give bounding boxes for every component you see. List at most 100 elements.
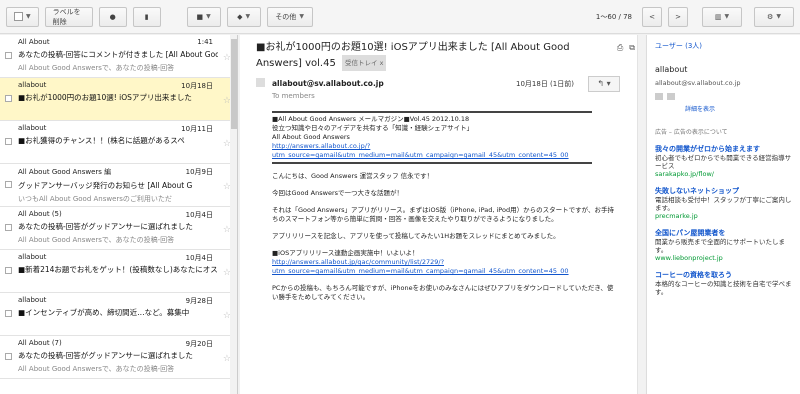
ad-item[interactable]: 全国にパン屋開業者を 開業から販売まで全面的にサポートいたします。 www.li… — [655, 228, 792, 262]
body-link[interactable]: http://answers.allabout.co.jp/?utm_sourc… — [272, 142, 569, 159]
message-subject: あなたの投稿-回答がグッドアンサーに選ばれました — [18, 351, 193, 360]
message-subject: ■インセンティブが高め、締切間近…など。募集中 — [18, 308, 190, 317]
message-row[interactable]: allabout 10月11日 ■お礼獲得のチャンス！！(株名に話題があるスペ … — [0, 121, 237, 164]
message-snippet: All About Good Answersで、あなたの投稿-回答 — [18, 64, 175, 72]
toolbar: ▼ ラベルを削除 ● ▮ ■ ▼ ◆ ▼ その他 ▼ 1～60 / 78 < > ▥ ▼… — [0, 0, 800, 34]
contact-name: allabout — [655, 65, 688, 74]
move-to-button[interactable]: ■ ▼ — [186, 6, 221, 27]
ad-title[interactable]: 我々の開業がゼロから始まえます — [655, 144, 792, 154]
chevron-down-icon: ▼ — [26, 13, 31, 20]
chevron-down-icon: ▾ — [606, 79, 611, 88]
message-pane: ■お礼が1000円のお題10選! iOSアプリ出来ました [All About … — [240, 35, 645, 394]
recipients[interactable]: To members — [272, 92, 315, 100]
chevron-down-icon: ▼ — [776, 13, 781, 20]
remove-label-button[interactable]: ラベルを削除 — [44, 6, 93, 27]
chevron-down-icon: ▼ — [724, 13, 730, 20]
divider — [272, 162, 592, 164]
message-date: 10月9日 — [185, 168, 213, 176]
list-scrollbar[interactable] — [230, 35, 237, 394]
reply-button[interactable]: ↰ ▾ — [588, 76, 620, 92]
settings-button[interactable]: ⚙ ▼ — [754, 6, 794, 27]
row-checkbox[interactable] — [5, 138, 12, 145]
message-snippet: All About Good Answersで、あなたの投稿-回答 — [18, 365, 175, 373]
delete-button[interactable]: ▮ — [132, 6, 161, 27]
row-checkbox[interactable] — [5, 353, 12, 360]
report-spam-button[interactable]: ● — [98, 6, 127, 27]
show-details-link[interactable]: 詳細を表示 — [685, 104, 792, 113]
new-window-icon[interactable]: ⧉ — [629, 43, 635, 53]
select-all-checkbox[interactable]: ▼ — [6, 6, 39, 27]
newer-button[interactable]: < — [642, 6, 662, 27]
report-icon: ● — [109, 12, 116, 21]
body-paragraph: 今回はGood Answersで一つ大きな話題が！ — [272, 189, 404, 197]
pane-icons: ⎙ ⧉ — [617, 43, 635, 53]
greeting: こんにちは、Good Answers 運営スタッフ 信永です！ — [272, 172, 434, 180]
message-subject: ■新着214お題でお礼をゲット！(投稿数なし)あなたにオス — [18, 265, 218, 274]
people-sidebar: ユーザー (3人) allabout allabout@sv.allabout.… — [646, 35, 800, 394]
message-snippet: いつもAll About Good Answersのご利用いただ — [18, 195, 172, 203]
ad-item[interactable]: 我々の開業がゼロから始まえます 初心者でもゼロからでも開業できる経営指導サービス… — [655, 144, 792, 178]
message-list: All About 1:41 あなたの投稿-回答にコメントが付きました [All… — [0, 35, 238, 394]
message-subject: グッドアンサーバッジ発行のお知らせ [All About G — [18, 181, 193, 190]
message-row[interactable]: allabout 10月4日 ■新着214お題でお礼をゲット！(投稿数なし)あな… — [0, 250, 237, 293]
message-row[interactable]: All About 1:41 あなたの投稿-回答にコメントが付きました [All… — [0, 35, 237, 78]
chevron-down-icon: ▼ — [206, 13, 211, 20]
ad-title[interactable]: コーヒーの資格を取ろう — [655, 270, 792, 280]
mail-icon[interactable] — [667, 93, 675, 100]
body-paragraph: アプリリリースを記念し、アプリを使って投稿してみたい1Hお題をスレッドにまとめて… — [272, 232, 560, 240]
print-icon[interactable]: ⎙ — [617, 43, 623, 53]
message-body: ■All About Good Answers メールマガジン■Vol.45 2… — [272, 109, 617, 310]
message-row[interactable]: All About (5) 10月4日 あなたの投稿-回答がグッドアンサーに選ば… — [0, 207, 237, 250]
older-button[interactable]: > — [668, 6, 688, 27]
row-checkbox[interactable] — [5, 224, 12, 231]
header-line: 役立つ知識や日々のアイデアを共有する「知識・経験シェアサイト」 — [272, 124, 474, 132]
avatar — [256, 78, 265, 87]
message-date: 1:41 — [197, 38, 213, 46]
labels-button[interactable]: ◆ ▼ — [226, 6, 261, 27]
split-pane-icon: ▥ — [714, 12, 722, 21]
view-toggle-button[interactable]: ▥ ▼ — [702, 6, 742, 27]
contact-actions — [655, 93, 792, 100]
inbox-label-chip[interactable]: 受信トレイ x — [342, 55, 387, 71]
more-button[interactable]: その他 ▼ — [266, 6, 313, 27]
row-checkbox[interactable] — [5, 181, 12, 188]
header-line: ■All About Good Answers メールマガジン■Vol.45 2… — [272, 115, 470, 123]
folder-icon: ■ — [196, 12, 204, 21]
message-row[interactable]: allabout 9月28日 ■インセンティブが高め、締切間近…など。募集中 ☆ — [0, 293, 237, 336]
message-date: 9月28日 — [185, 297, 213, 305]
pane-scrollbar[interactable] — [637, 35, 645, 394]
message-row[interactable]: All About Good Answers 編 10月9日 グッドアンサーバッ… — [0, 164, 237, 207]
row-checkbox[interactable] — [5, 95, 12, 102]
people-title[interactable]: ユーザー (3人) — [655, 41, 792, 51]
ad-title[interactable]: 失敗しないネットショップ — [655, 186, 792, 196]
body-link[interactable]: http://answers.allabout.jp/gac/community… — [272, 258, 569, 275]
reply-icon: ↰ — [597, 79, 605, 88]
message-date: 9月20日 — [185, 340, 213, 348]
ad-title[interactable]: 全国にパン屋開業者を — [655, 228, 792, 238]
ad-url: precmarke.jp — [655, 212, 698, 220]
ad-text: 本格的なコーヒーの知識と技術を自宅で学べます。 — [655, 280, 792, 296]
row-checkbox[interactable] — [5, 52, 12, 59]
divider — [272, 111, 592, 113]
message-row[interactable]: allabout 10月18日 ■お礼が1000円のお題10選! iOSアプリ出… — [0, 78, 237, 121]
ads-header: 広告 – 広告の表示について — [655, 129, 728, 136]
chevron-down-icon: ▼ — [245, 13, 251, 20]
message-snippet: All About Good Answersで、あなたの投稿-回答 — [18, 236, 175, 244]
ad-item[interactable]: 失敗しないネットショップ 電話相談も受付中！スタッフが丁寧にご案内します。 pr… — [655, 186, 792, 220]
row-checkbox[interactable] — [5, 310, 12, 317]
scrollbar-thumb[interactable] — [231, 39, 237, 129]
ad-item[interactable]: コーヒーの資格を取ろう 本格的なコーヒーの知識と技術を自宅で学べます。 — [655, 270, 792, 296]
message-date: 10月18日 — [181, 82, 213, 90]
message-date: 10月11日 — [181, 125, 213, 133]
chat-icon[interactable] — [655, 93, 663, 100]
row-checkbox[interactable] — [5, 267, 12, 274]
header-line: All About Good Answers — [272, 133, 350, 141]
message-subject: あなたの投稿-回答がグッドアンサーに選ばれました — [18, 222, 193, 231]
body-paragraph: PCからの投稿も、もちろん可能ですが、iPhoneをお使いのみなさんにはぜひアプ… — [272, 284, 614, 301]
subject-text: ■お礼が1000円のお題10選! iOSアプリ出来ました [All About … — [256, 42, 570, 69]
message-subject-heading: ■お礼が1000円のお題10選! iOSアプリ出来ました [All About … — [256, 41, 596, 71]
sender-email[interactable]: allabout@sv.allabout.co.jp — [272, 79, 384, 88]
message-row[interactable]: All About (7) 9月20日 あなたの投稿-回答がグッドアンサーに選ば… — [0, 336, 237, 379]
chevron-left-icon: < — [649, 12, 655, 21]
chevron-right-icon: > — [675, 12, 681, 21]
